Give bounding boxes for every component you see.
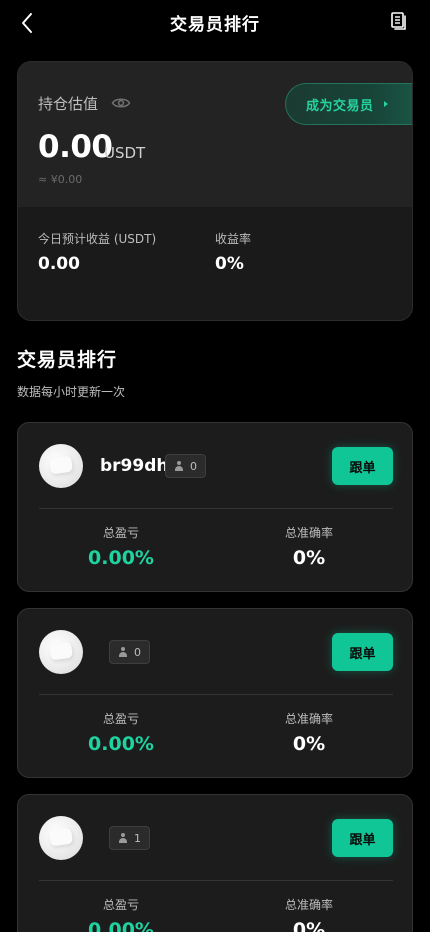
holding-summary-card: 持仓估值 成为交易员 0.00 USDT ≈ ¥0.00 今日预计收益 (USD… (17, 61, 413, 321)
total-pnl-value: 0.00% (88, 733, 154, 755)
total-accuracy-value: 0% (292, 733, 326, 755)
today-profit-value: 0.00 (38, 254, 80, 274)
divider (39, 880, 393, 881)
trader-name: br99dh (100, 456, 169, 476)
trader-card[interactable]: br99dh 0 跟单 总盈亏 0.00% 总准确率 0% (17, 422, 413, 592)
follower-count: 1 (134, 831, 141, 845)
total-pnl-value: 0.00% (88, 919, 154, 932)
avatar (39, 630, 83, 674)
trader-card[interactable]: 0 跟单 总盈亏 0.00% 总准确率 0% (17, 608, 413, 778)
become-trader-button[interactable]: 成为交易员 (285, 83, 412, 125)
holding-value-label: 持仓估值 (38, 95, 99, 113)
page-title: 交易员排行 (170, 15, 260, 35)
copy-trade-button[interactable]: 跟单 (332, 819, 393, 857)
follower-count: 0 (190, 459, 197, 473)
copy-trade-button[interactable]: 跟单 (332, 447, 393, 485)
holding-value-unit: USDT (104, 144, 146, 162)
total-pnl-label: 总盈亏 (102, 898, 139, 912)
divider (39, 694, 393, 695)
total-accuracy-value: 0% (292, 919, 326, 932)
follower-count: 0 (134, 645, 141, 659)
avatar (39, 444, 83, 488)
top-nav-bar: 交易员排行 (0, 0, 430, 46)
profit-rate-value: 0% (215, 254, 244, 274)
avatar (39, 816, 83, 860)
holding-value-amount: 0.00 (38, 129, 113, 165)
person-icon (118, 647, 128, 657)
profit-rate-label: 收益率 (215, 232, 252, 246)
records-document-icon[interactable] (390, 11, 408, 31)
follower-count-badge: 0 (165, 454, 206, 478)
divider (39, 508, 393, 509)
ranking-update-note: 数据每小时更新一次 (17, 385, 126, 399)
total-pnl-value: 0.00% (88, 547, 154, 569)
total-accuracy-label: 总准确率 (284, 898, 333, 912)
follower-count-badge: 1 (109, 826, 150, 850)
total-pnl-label: 总盈亏 (102, 526, 139, 540)
become-trader-label: 成为交易员 (306, 98, 374, 114)
follower-count-badge: 0 (109, 640, 150, 664)
today-profit-label: 今日预计收益 (USDT) (38, 232, 157, 246)
total-pnl-label: 总盈亏 (102, 712, 139, 726)
holding-value-cny: ≈ ¥0.00 (38, 173, 83, 186)
person-icon (118, 833, 128, 843)
trader-card[interactable]: 1 跟单 总盈亏 0.00% 总准确率 0% (17, 794, 413, 932)
total-accuracy-label: 总准确率 (284, 712, 333, 726)
triangle-right-icon (383, 101, 388, 107)
total-accuracy-label: 总准确率 (284, 526, 333, 540)
total-accuracy-value: 0% (292, 547, 326, 569)
copy-trade-button[interactable]: 跟单 (332, 633, 393, 671)
person-icon (174, 461, 184, 471)
eye-visibility-icon[interactable] (111, 95, 131, 109)
ranking-section-title: 交易员排行 (17, 349, 118, 371)
